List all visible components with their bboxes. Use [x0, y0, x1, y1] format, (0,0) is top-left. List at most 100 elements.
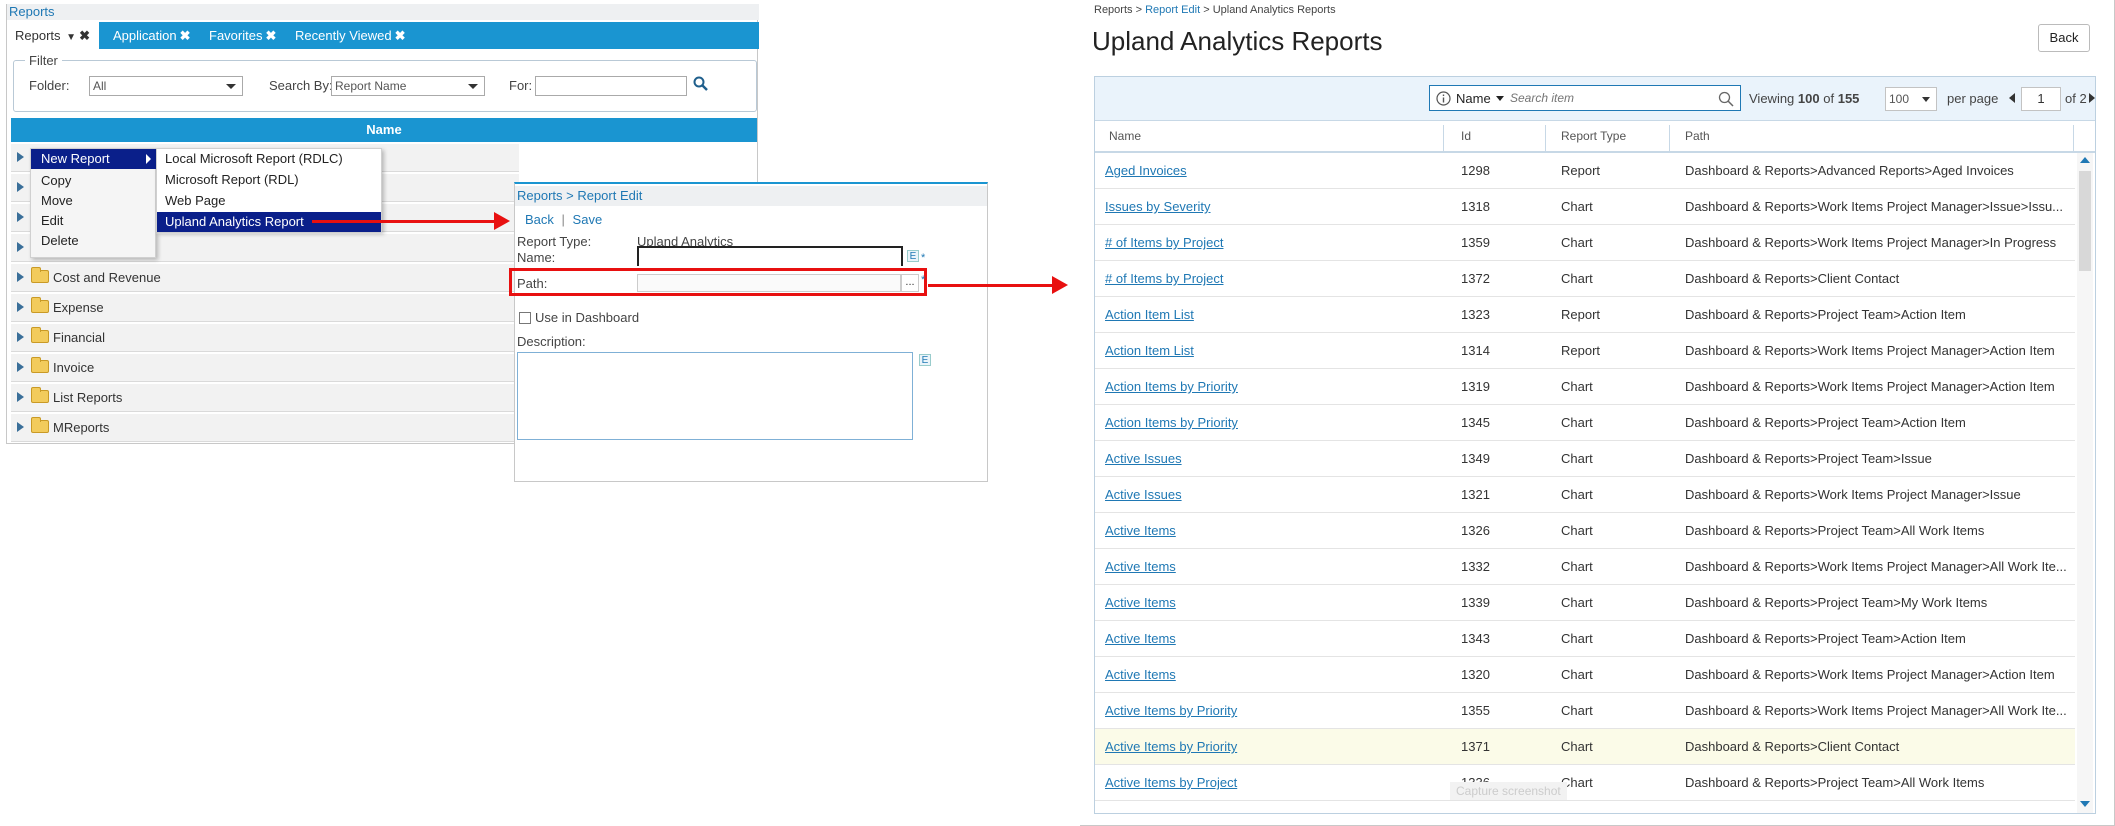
table-row[interactable]: Action Items by Priority 1319 Chart Dashboa…: [1095, 369, 2075, 405]
search-input[interactable]: [1510, 89, 1710, 107]
back-link[interactable]: Back: [525, 212, 554, 227]
report-name-link[interactable]: Active Items: [1105, 523, 1435, 538]
report-name-link[interactable]: Action Items by Priority: [1105, 415, 1435, 430]
expand-arrow-icon[interactable]: [17, 242, 24, 252]
table-row[interactable]: Active Items by Project1336ChartDashboar…: [1095, 765, 2075, 801]
menu-item-delete[interactable]: Delete: [31, 231, 157, 251]
menu-item-new-report[interactable]: New Report: [31, 149, 157, 169]
save-link[interactable]: Save: [573, 212, 603, 227]
folder-row[interactable]: MReports: [11, 414, 519, 442]
table-row[interactable]: Issues by Severity 1318 Chart Dashboard & R…: [1095, 189, 2075, 225]
table-row[interactable]: Active Items 1320 Chart Dashboard & Reports…: [1095, 657, 2075, 693]
report-name-link[interactable]: Active Items: [1105, 595, 1435, 610]
per-page-select[interactable]: 100: [1885, 87, 1937, 111]
column-divider[interactable]: [2073, 125, 2074, 151]
folder-row[interactable]: Expense: [11, 294, 519, 322]
edit-e-icon[interactable]: E: [907, 250, 919, 262]
table-row[interactable]: Active Items 1343 Chart Dashboard & Reports…: [1095, 621, 2075, 657]
report-name-link[interactable]: Issues by Severity: [1105, 199, 1435, 214]
dropdown-caret-icon[interactable]: [1496, 96, 1504, 101]
search-icon[interactable]: [693, 76, 709, 92]
path-browse-button[interactable]: ...: [901, 274, 919, 292]
table-row[interactable]: Active Items 1332 Chart Dashboard & Reports…: [1095, 549, 2075, 585]
report-name-link[interactable]: Action Item List: [1105, 343, 1435, 358]
report-name-link[interactable]: Action Items by Priority: [1105, 379, 1435, 394]
for-input[interactable]: [535, 76, 687, 96]
back-button[interactable]: Back: [2038, 24, 2090, 52]
table-row[interactable]: Aged Invoices 1298 Report Dashboard & Repor…: [1095, 153, 2075, 189]
table-row[interactable]: Action Item List 1323 Report Dashboard & Re…: [1095, 297, 2075, 333]
scrollbar-thumb[interactable]: [2079, 171, 2091, 271]
chevron-down-icon[interactable]: ▼: [66, 32, 76, 43]
column-header-report-type[interactable]: Report Type: [1561, 129, 1626, 143]
expand-arrow-icon[interactable]: [17, 272, 24, 282]
submenu-item-web-page[interactable]: Web Page: [157, 191, 381, 211]
column-header-name[interactable]: Name: [1109, 129, 1141, 143]
report-name-link[interactable]: Active Issues: [1105, 487, 1435, 502]
breadcrumb-report-edit[interactable]: Report Edit: [1145, 4, 1200, 16]
breadcrumb-reports[interactable]: Reports: [1094, 4, 1133, 16]
report-name-link[interactable]: # of Items by Project: [1105, 235, 1435, 250]
search-field-select[interactable]: Name: [1456, 91, 1491, 106]
folder-row[interactable]: List Reports: [11, 384, 519, 412]
name-input[interactable]: [637, 246, 903, 266]
report-name-link[interactable]: Action Item List: [1105, 307, 1435, 322]
next-page-icon[interactable]: [2089, 93, 2095, 103]
table-row[interactable]: Active Items by Priority 1355 Chart Dashboa…: [1095, 693, 2075, 729]
expand-arrow-icon[interactable]: [17, 152, 24, 162]
tab-recently-viewed[interactable]: Recently Viewed ✖: [287, 22, 414, 49]
search-by-select[interactable]: Report Name: [331, 76, 485, 96]
tab-favorites[interactable]: Favorites ✖: [201, 22, 284, 49]
table-row[interactable]: Active Items 1339 Chart Dashboard & Reports…: [1095, 585, 2075, 621]
table-row[interactable]: # of Items by Project 1359 Chart Dashboard …: [1095, 225, 2075, 261]
table-row[interactable]: Action Item List 1314 Report Dashboard & Re…: [1095, 333, 2075, 369]
folder-row[interactable]: Financial: [11, 324, 519, 352]
expand-arrow-icon[interactable]: [17, 332, 24, 342]
report-name-link[interactable]: Active Items by Priority: [1105, 739, 1435, 754]
report-name-link[interactable]: Aged Invoices: [1105, 163, 1435, 178]
table-row[interactable]: Active Issues 1321 Chart Dashboard & Report…: [1095, 477, 2075, 513]
column-divider[interactable]: [1669, 125, 1670, 151]
menu-item-edit[interactable]: Edit: [31, 211, 157, 231]
column-header-path[interactable]: Path: [1685, 129, 1710, 143]
column-divider[interactable]: [1443, 125, 1444, 151]
table-row[interactable]: Action Items by Priority 1345 Chart Dashboa…: [1095, 405, 2075, 441]
folder-select[interactable]: All: [89, 76, 243, 96]
page-input[interactable]: 1: [2021, 87, 2061, 111]
folder-row[interactable]: Invoice: [11, 354, 519, 382]
expand-arrow-icon[interactable]: [17, 302, 24, 312]
tab-reports[interactable]: Reports ▼ ✖: [7, 22, 99, 49]
prev-page-icon[interactable]: [2009, 93, 2015, 103]
use-in-dashboard-checkbox[interactable]: [519, 312, 531, 324]
menu-item-move[interactable]: Move: [31, 191, 157, 211]
column-header-id[interactable]: Id: [1461, 129, 1471, 143]
submenu-item-rdlc[interactable]: Local Microsoft Report (RDLC): [157, 149, 381, 169]
close-icon[interactable]: ✖: [265, 28, 276, 43]
path-input[interactable]: [637, 274, 901, 292]
table-row[interactable]: Active Items by Priority 1371 Chart Dashboa…: [1095, 729, 2075, 765]
report-name-link[interactable]: # of Items by Project: [1105, 271, 1435, 286]
close-icon[interactable]: ✖: [79, 28, 90, 43]
edit-e-icon[interactable]: E: [919, 354, 931, 366]
column-divider[interactable]: [1545, 125, 1546, 151]
table-row[interactable]: Active Issues 1349 Chart Dashboard & Report…: [1095, 441, 2075, 477]
report-name-link[interactable]: Active Items: [1105, 667, 1435, 682]
description-textarea[interactable]: [517, 352, 913, 440]
name-column-header[interactable]: Name: [11, 118, 757, 142]
expand-arrow-icon[interactable]: [17, 182, 24, 192]
expand-arrow-icon[interactable]: [17, 392, 24, 402]
expand-arrow-icon[interactable]: [17, 362, 24, 372]
report-name-link[interactable]: Active Items: [1105, 631, 1435, 646]
expand-arrow-icon[interactable]: [17, 212, 24, 222]
search-icon[interactable]: [1718, 91, 1734, 107]
scroll-down-icon[interactable]: [2080, 801, 2090, 807]
info-icon[interactable]: [1436, 91, 1451, 106]
close-icon[interactable]: ✖: [395, 28, 406, 43]
folder-row[interactable]: Cost and Revenue: [11, 264, 519, 292]
report-name-link[interactable]: Active Issues: [1105, 451, 1435, 466]
table-row[interactable]: # of Items by Project 1372 Chart Dashboard …: [1095, 261, 2075, 297]
scroll-up-icon[interactable]: [2080, 157, 2090, 163]
report-name-link[interactable]: Active Items by Project: [1105, 775, 1435, 790]
tab-application[interactable]: Application ✖: [105, 22, 199, 49]
vertical-scrollbar[interactable]: [2077, 153, 2093, 813]
